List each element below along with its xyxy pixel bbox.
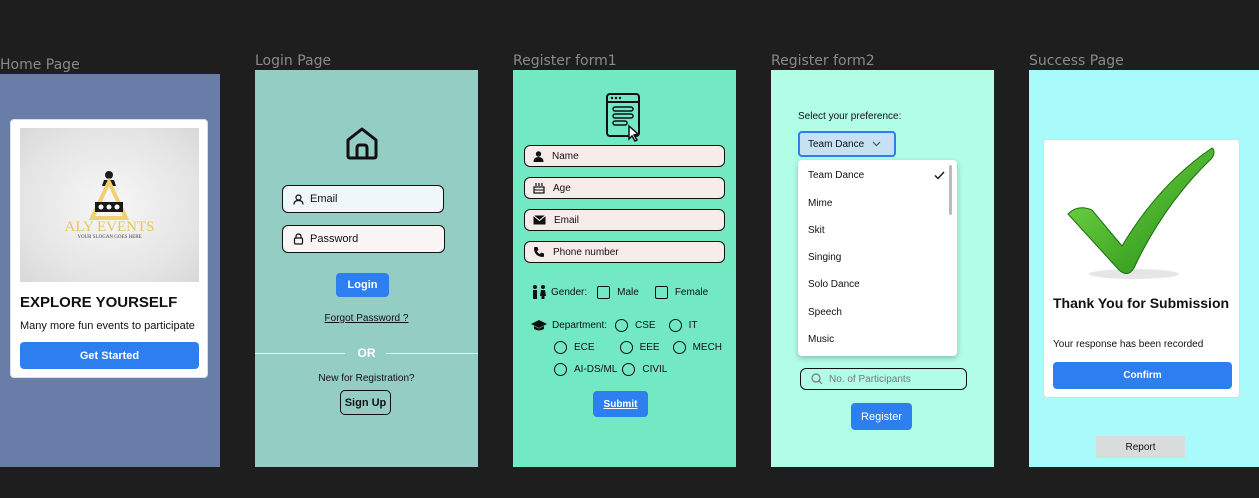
- preference-label: Select your preference:: [798, 111, 902, 122]
- option-solo-dance[interactable]: Solo Dance: [808, 279, 860, 290]
- user-icon: [293, 193, 304, 205]
- search-icon: [811, 373, 823, 385]
- dropdown-selected-value: Team Dance: [808, 138, 865, 150]
- login-button[interactable]: Login: [336, 273, 389, 297]
- form-document-icon: [606, 93, 640, 142]
- radio-civil[interactable]: [622, 363, 636, 376]
- logo-slogan: YOUR SLOGAN GOES HERE: [77, 235, 142, 240]
- register-form1-frame: Name Age Email Phone number Gender: Male…: [513, 70, 736, 467]
- birthday-cake-icon: [533, 183, 545, 194]
- frame-label-reg2: Register form2: [771, 53, 875, 69]
- radio-eee[interactable]: [619, 341, 633, 354]
- participants-placeholder: No. of Participants: [829, 373, 911, 385]
- email-field[interactable]: Email: [524, 209, 725, 231]
- department-label: Department:: [552, 320, 608, 331]
- home-subtitle: Many more fun events to participate: [20, 320, 195, 332]
- gender-row: Gender: Male Female: [531, 285, 708, 300]
- password-field[interactable]: Password: [282, 225, 445, 253]
- dropdown-scrollbar[interactable]: [949, 165, 952, 215]
- or-label: OR: [357, 346, 376, 360]
- phone-icon: [534, 247, 544, 257]
- logo-name: ALY EVENTS: [64, 219, 155, 235]
- email-placeholder: Email: [310, 193, 338, 205]
- radio-it[interactable]: [668, 319, 682, 332]
- preference-dropdown[interactable]: Team Dance: [798, 131, 896, 157]
- envelope-icon: [533, 215, 546, 225]
- phone-placeholder: Phone number: [553, 246, 619, 258]
- ece-label: ECE: [574, 342, 595, 353]
- home-icon: [346, 127, 378, 160]
- phone-field[interactable]: Phone number: [524, 241, 725, 263]
- aly-events-logo: [88, 171, 130, 220]
- check-icon: [934, 171, 945, 180]
- department-row-2: ECE EEE MECH: [554, 341, 722, 354]
- report-button[interactable]: Report: [1096, 436, 1185, 458]
- success-title: Thank You for Submission: [1053, 295, 1230, 311]
- success-subtitle: Your response has been recorded: [1053, 339, 1204, 350]
- lock-icon: [293, 233, 304, 245]
- success-card: Thank You for Submission Your response h…: [1043, 139, 1240, 398]
- dropdown-menu: Team Dance Mime Skit Singing Solo Dance …: [798, 160, 957, 356]
- female-label: Female: [674, 287, 709, 298]
- ai-ds-ml-label: AI-DS/ML: [574, 364, 618, 375]
- logo-image: ALY EVENTS YOUR SLOGAN GOES HERE: [20, 128, 199, 282]
- success-frame: Thank You for Submission Your response h…: [1029, 70, 1259, 467]
- cse-label: CSE: [635, 320, 656, 331]
- department-row-3: AI-DS/ML CIVIL: [554, 363, 667, 376]
- option-skit[interactable]: Skit: [808, 225, 825, 236]
- radio-mech[interactable]: [672, 341, 686, 354]
- sign-up-button[interactable]: Sign Up: [340, 390, 391, 415]
- option-mime[interactable]: Mime: [808, 198, 832, 209]
- home-title: EXPLORE YOURSELF: [20, 294, 178, 311]
- age-placeholder: Age: [553, 182, 571, 194]
- option-team-dance[interactable]: Team Dance: [808, 170, 864, 181]
- frame-label-success: Success Page: [1029, 53, 1124, 69]
- register-form2-frame: Select your preference: Team Dance Team …: [771, 70, 994, 467]
- option-music[interactable]: Music: [808, 334, 834, 345]
- get-started-button[interactable]: Get Started: [20, 342, 199, 369]
- login-frame: Email Password Login Forgot Password ? O…: [255, 70, 478, 467]
- male-checkbox[interactable]: [597, 286, 611, 299]
- name-placeholder: Name: [552, 150, 579, 162]
- password-placeholder: Password: [310, 233, 359, 245]
- female-checkbox[interactable]: [654, 286, 668, 299]
- checkmark-icon: [1067, 147, 1215, 279]
- submit-button[interactable]: Submit: [593, 391, 648, 417]
- chevron-down-icon: [872, 141, 881, 147]
- it-label: IT: [688, 320, 698, 331]
- frame-label-login: Login Page: [255, 53, 332, 69]
- forgot-password-link[interactable]: Forgot Password ?: [255, 313, 478, 324]
- eee-label: EEE: [639, 342, 660, 353]
- frame-label-reg1: Register form1: [513, 53, 617, 69]
- home-card: ALY EVENTS YOUR SLOGAN GOES HERE EXPLORE…: [10, 119, 208, 378]
- email-placeholder: Email: [554, 214, 580, 226]
- gender-icon: [533, 285, 546, 299]
- frame-label-home: Home Page: [0, 57, 80, 73]
- name-field[interactable]: Name: [524, 145, 725, 167]
- mech-label: MECH: [692, 342, 723, 353]
- gender-label: Gender:: [551, 287, 588, 298]
- confirm-button[interactable]: Confirm: [1053, 362, 1232, 389]
- civil-label: CIVIL: [642, 364, 668, 375]
- option-speech[interactable]: Speech: [808, 307, 842, 318]
- new-registration-label: New for Registration?: [318, 373, 415, 384]
- male-label: Male: [617, 287, 639, 298]
- radio-ai-ds-ml[interactable]: [554, 363, 567, 376]
- radio-ece[interactable]: [554, 341, 567, 354]
- department-row: Department: CSE IT: [531, 319, 697, 332]
- option-singing[interactable]: Singing: [808, 252, 841, 263]
- register-button[interactable]: Register: [851, 403, 912, 430]
- age-field[interactable]: Age: [524, 177, 725, 199]
- graduation-cap-icon: [531, 319, 547, 330]
- radio-cse[interactable]: [615, 319, 629, 332]
- user-icon: [533, 150, 544, 162]
- participants-field[interactable]: No. of Participants: [800, 368, 967, 390]
- home-frame: ALY EVENTS YOUR SLOGAN GOES HERE EXPLORE…: [0, 74, 220, 467]
- email-field[interactable]: Email: [282, 185, 444, 213]
